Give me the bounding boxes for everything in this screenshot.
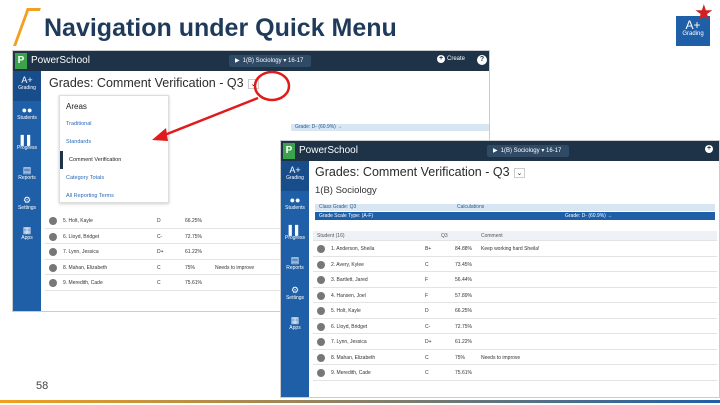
annotation-overlay xyxy=(152,70,291,141)
pointer-arrow-line xyxy=(161,96,259,138)
page-number: 58 xyxy=(36,380,49,392)
pointer-arrow-head xyxy=(152,128,168,141)
highlight-circle xyxy=(253,70,291,102)
footer-line xyxy=(0,400,720,403)
